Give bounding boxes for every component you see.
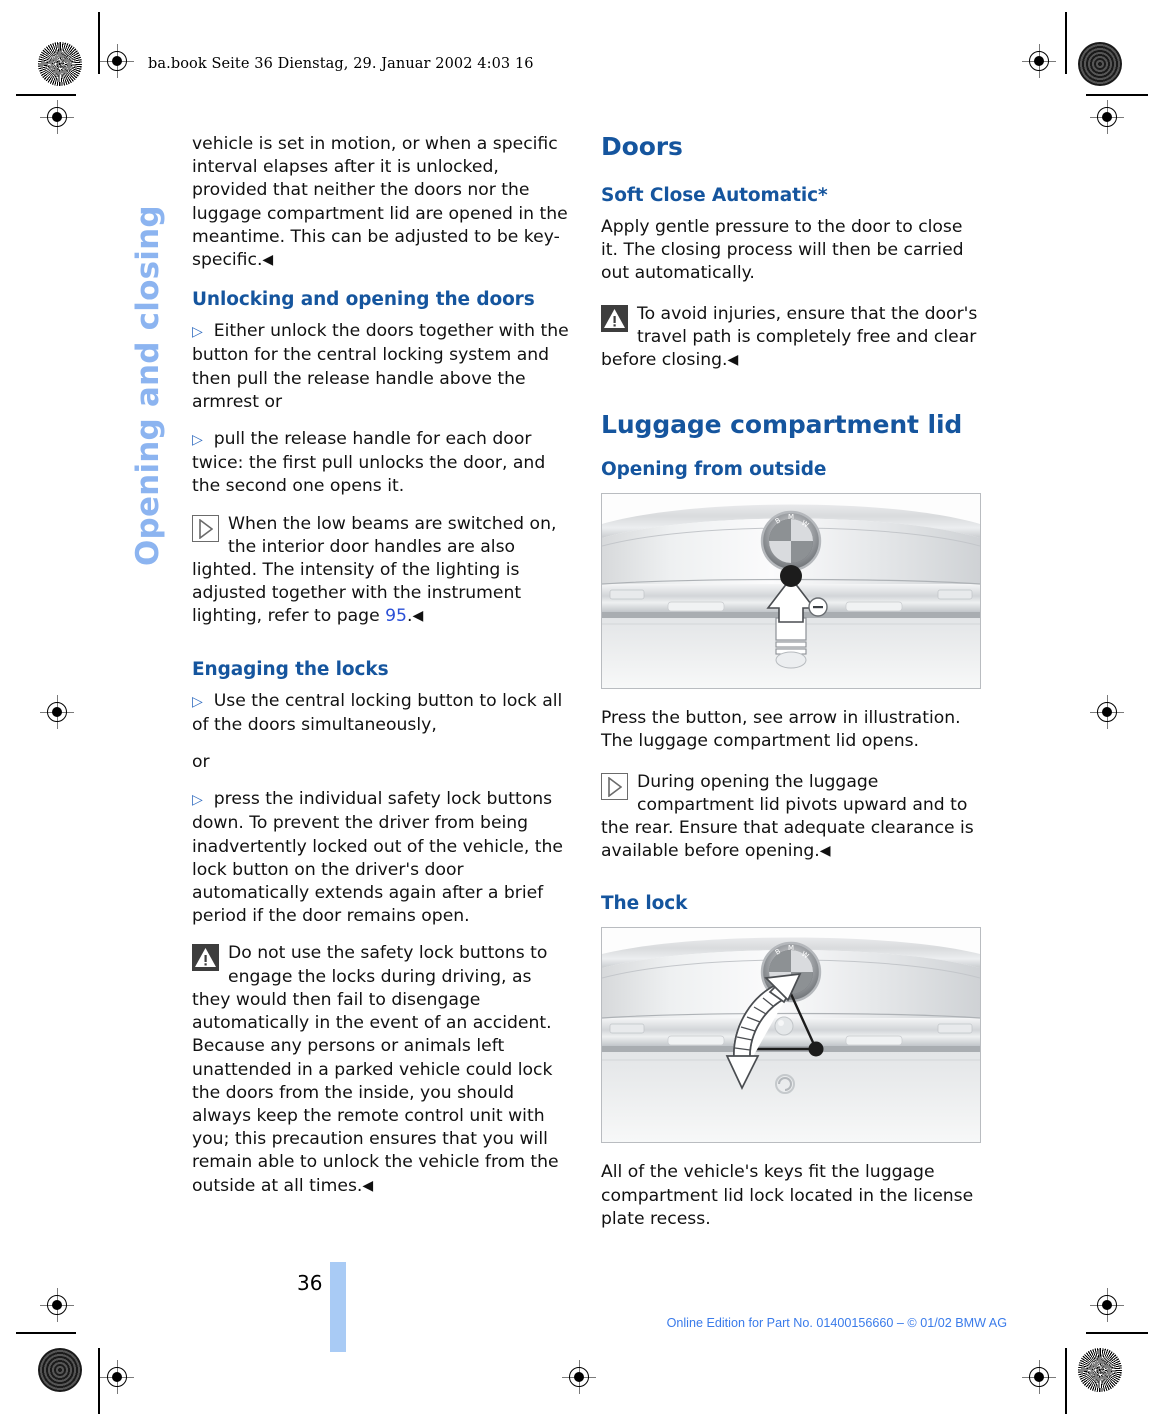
paragraph-keys-fit-lock: All of the vehicle's keys fit the luggag…: [601, 1162, 974, 1229]
figure-code-label: MV00727CMA: [977, 995, 981, 1076]
crop-line-right-top-horizontal: [1086, 94, 1148, 96]
page-reference-link[interactable]: 95: [385, 606, 407, 626]
crop-line-left-top-horizontal: [16, 94, 76, 96]
left-column: vehicle is set in motion, or when a spec…: [192, 133, 572, 1215]
registration-target-right-middle: [1090, 695, 1124, 729]
registration-target-bottom-left-inner: [100, 1360, 134, 1394]
crop-line-top-right-vertical: [1065, 12, 1067, 74]
registration-target-top-center: [1022, 1360, 1056, 1394]
end-of-section-marker: ◀: [727, 352, 739, 369]
registration-target-left-middle: [40, 695, 74, 729]
figure-code-label: MV00726CMA: [977, 551, 981, 632]
bmw-roundel: B M W: [760, 511, 822, 572]
page-edge-bar: [330, 1262, 346, 1352]
heading-luggage-compartment-lid: Luggage compartment lid: [601, 410, 963, 440]
registration-target-bottom-right: [1090, 1288, 1124, 1322]
heading-engaging-the-locks: Engaging the locks: [192, 658, 389, 680]
crop-line-bottom-right-vertical: [1065, 1348, 1067, 1414]
star-registration-mark-top-right: [1078, 42, 1122, 86]
star-registration-mark-bottom-left: [38, 1348, 82, 1392]
list-item: ▷ press the individual safety lock butto…: [192, 789, 563, 927]
triangle-bullet-icon: ▷: [192, 324, 203, 341]
page-number: 36: [297, 1271, 323, 1295]
triangle-bullet-icon: ▷: [192, 432, 203, 449]
heading-opening-from-outside: Opening from outside: [601, 459, 827, 481]
figure-trunk-lid-lock: B M W MV00727CMA: [601, 927, 981, 1144]
registration-target-top-right: [1090, 100, 1124, 134]
list-item: ▷ Either unlock the doors together with …: [192, 321, 569, 412]
registration-target-top-left: [40, 100, 74, 134]
continued-paragraph: vehicle is set in motion, or when a spec…: [192, 134, 568, 271]
triangle-bullet-icon: ▷: [192, 792, 203, 809]
end-of-section-marker: ◀: [362, 1177, 374, 1194]
note-paragraph-lid-pivot-clearance: During opening the luggage compartment l…: [601, 771, 974, 862]
paragraph-press-button: Press the button, see arrow in illustrat…: [601, 708, 961, 752]
svg-text:M: M: [788, 513, 794, 521]
crop-line-right-bottom-horizontal: [1086, 1332, 1148, 1334]
heading-doors: Doors: [601, 132, 683, 161]
note-paragraph-door-handle-lighting: When the low beams are switched on, the …: [192, 513, 557, 627]
warning-triangle-icon: [192, 944, 219, 972]
star-registration-mark-top-left: [38, 42, 82, 86]
svg-text:M: M: [788, 944, 794, 952]
crop-line-left-bottom-horizontal: [16, 1332, 76, 1334]
chapter-side-tab: Opening and closing: [130, 205, 166, 566]
note-play-icon: [601, 772, 628, 800]
paragraph-soft-close: Apply gentle pressure to the door to clo…: [601, 217, 964, 284]
warning-triangle-icon: [601, 304, 628, 332]
edition-notice: Online Edition for Part No. 01400156660 …: [666, 1316, 1007, 1330]
document-header-line: ba.book Seite 36 Dienstag, 29. Januar 20…: [148, 56, 534, 72]
heading-unlocking-and-opening-the-doors: Unlocking and opening the doors: [192, 289, 535, 311]
registration-target-bottom-left: [40, 1288, 74, 1322]
list-item: ▷ Use the central locking button to lock…: [192, 690, 563, 735]
note-play-icon: [192, 514, 219, 542]
figure-trunk-release-button: B M W MV00726CMA: [601, 493, 981, 690]
triangle-bullet-icon: ▷: [192, 693, 203, 710]
end-of-section-marker: ◀: [412, 608, 424, 625]
registration-target-top-right-inner: [1022, 44, 1056, 78]
end-of-section-marker: ◀: [262, 252, 274, 269]
end-of-section-marker: ◀: [819, 843, 831, 860]
star-registration-mark-bottom-right: [1078, 1348, 1122, 1392]
heading-soft-close-automatic: Soft Close Automatic*: [601, 185, 828, 206]
right-column: Doors Soft Close Automatic* Apply gentle…: [601, 133, 981, 1248]
heading-the-lock: The lock: [601, 893, 688, 915]
registration-target-bottom-center: [562, 1360, 596, 1394]
registration-target-top-left-inner: [100, 44, 134, 78]
list-item: ▷ pull the release handle for each door …: [192, 429, 546, 497]
list-or-connector: or: [192, 752, 210, 773]
warning-paragraph-safety-lock-buttons: Do not use the safety lock buttons to en…: [192, 943, 559, 1196]
warning-paragraph-door-travel-path: To avoid injuries, ensure that the door'…: [601, 303, 978, 371]
